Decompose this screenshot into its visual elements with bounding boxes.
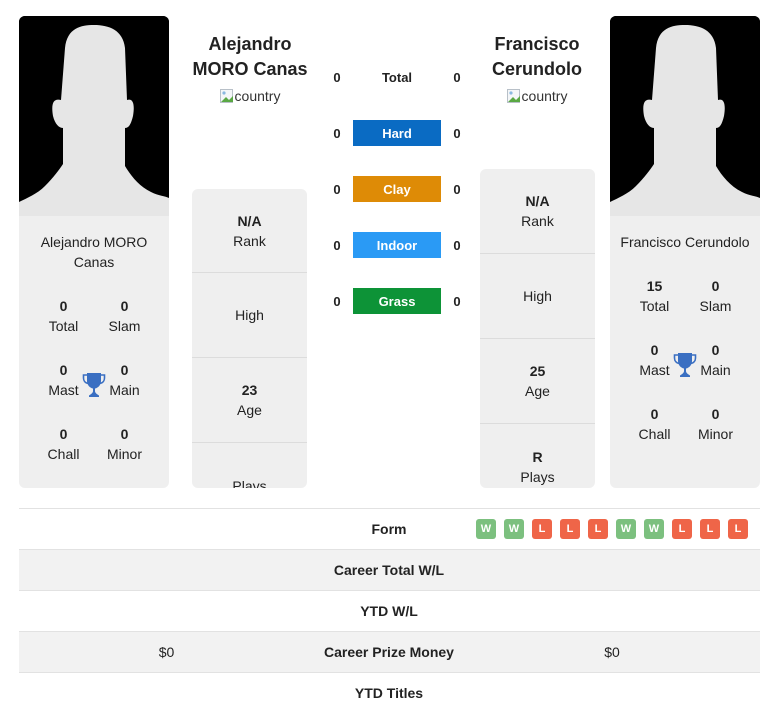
player2-slam-titles: 0 Slam (699, 278, 732, 314)
player2-name[interactable]: Francisco Cerundolo (467, 32, 607, 82)
h2h-p1-value: 0 (333, 293, 341, 309)
surface-badge-clay[interactable]: Clay (353, 176, 441, 202)
form-badge-loss: L (588, 519, 608, 539)
player2-total-titles: 15 Total (639, 278, 670, 314)
row-label: YTD Titles (354, 685, 424, 701)
h2h-p2-value: 0 (453, 69, 461, 85)
h2h-p1-value: 0 (333, 125, 341, 141)
player2-card: Francisco Cerundolo 15 Total 0 Slam 0 Mast … (610, 16, 760, 488)
table-row-career-total-wl: Career Total W/L (19, 549, 760, 590)
player2-age: 25 Age (480, 339, 595, 424)
player2-plays: R Plays (520, 448, 555, 485)
surface-badge-indoor[interactable]: Indoor (353, 232, 441, 258)
table-row-ytd-titles: YTD Titles (19, 672, 760, 713)
form-badge-win: W (504, 519, 524, 539)
player2-photo (610, 16, 760, 216)
silhouette-icon (19, 16, 169, 216)
silhouette-icon (610, 16, 760, 216)
player1-header: Alejandro MORO Canas country (180, 32, 320, 106)
p2-value: $0 (604, 644, 620, 660)
h2h-p2-value: 0 (453, 125, 461, 141)
player1-rank: N/A Rank (192, 189, 307, 273)
player1-titles: 0 Total 0 Slam 0 Mast 0 Main 0 Chall 0 Minor (19, 296, 169, 488)
player2-high: High (480, 254, 595, 339)
h2h-row-hard: 0 Hard 0 (326, 120, 470, 146)
broken-image-icon (219, 89, 233, 103)
form-badge-loss: L (700, 519, 720, 539)
h2h-p2-value: 0 (453, 237, 461, 253)
h2h-label: Total (381, 69, 413, 85)
player2-rank: N/A Rank (480, 169, 595, 254)
player2-titles: 15 Total 0 Slam 0 Mast 0 Main 0 Chall 0 Minor (610, 276, 760, 468)
form-label: Form (371, 521, 407, 537)
player1-name[interactable]: Alejandro MORO Canas (180, 32, 320, 82)
player2-country-flag: country (506, 88, 567, 104)
h2h-row-grass: 0 Grass 0 (326, 288, 470, 314)
row-label: Career Total W/L (333, 562, 445, 578)
comparison-table: Form WWLLLWWLLL Career Total W/L YTD W/L… (19, 508, 760, 713)
trophy-icon (673, 353, 697, 377)
trophy-icon (82, 373, 106, 397)
form-badge-loss: L (560, 519, 580, 539)
p1-value: $0 (158, 644, 175, 660)
h2h-p2-value: 0 (453, 181, 461, 197)
broken-image-icon (506, 89, 520, 103)
surface-badge-hard[interactable]: Hard (353, 120, 441, 146)
form-badges: WWLLLWWLLL (464, 519, 760, 539)
h2h-row-total: 0 Total 0 (326, 64, 470, 90)
player1-minor-titles: 0 Minor (106, 426, 142, 462)
player1-age: 23 Age (192, 358, 307, 443)
player1-chall-titles: 0 Chall (47, 426, 80, 462)
player2-minor-titles: 0 Minor (697, 406, 733, 442)
table-row-career-prize-money: $0 Career Prize Money $0 (19, 631, 760, 672)
table-row-ytd-wl: YTD W/L (19, 590, 760, 631)
surface-badge-grass[interactable]: Grass (353, 288, 441, 314)
h2h-p2-value: 0 (453, 293, 461, 309)
player2-chall-titles: 0 Chall (638, 406, 671, 442)
form-row: Form WWLLLWWLLL (19, 508, 760, 549)
form-badge-win: W (476, 519, 496, 539)
form-badge-win: W (616, 519, 636, 539)
form-badge-win: W (644, 519, 664, 539)
player1-photo (19, 16, 169, 216)
player2-stats: N/A Rank High 25 Age R Plays (480, 169, 595, 488)
player1-plays: Plays (232, 477, 267, 489)
form-badge-loss: L (672, 519, 692, 539)
player2-card-name: Francisco Cerundolo (620, 234, 750, 250)
h2h-p1-value: 0 (333, 181, 341, 197)
player2-header: Francisco Cerundolo country (467, 32, 607, 106)
player1-stats: N/A Rank High 23 Age Plays (192, 189, 307, 488)
player1-country-flag: country (219, 88, 280, 104)
player1-high: High (192, 273, 307, 358)
row-label: YTD W/L (360, 603, 418, 619)
form-badge-loss: L (728, 519, 748, 539)
h2h-row-clay: 0 Clay 0 (326, 176, 470, 202)
h2h-p1-value: 0 (333, 69, 341, 85)
form-badge-loss: L (532, 519, 552, 539)
player1-slam-titles: 0 Slam (108, 298, 141, 334)
player1-total-titles: 0 Total (48, 298, 79, 334)
player1-card-name: Alejandro MORO Canas (40, 234, 148, 270)
h2h-row-indoor: 0 Indoor 0 (326, 232, 470, 258)
h2h-p1-value: 0 (333, 237, 341, 253)
player1-card: Alejandro MORO Canas 0 Total 0 Slam 0 Mast … (19, 16, 169, 488)
row-label: Career Prize Money (324, 644, 454, 660)
